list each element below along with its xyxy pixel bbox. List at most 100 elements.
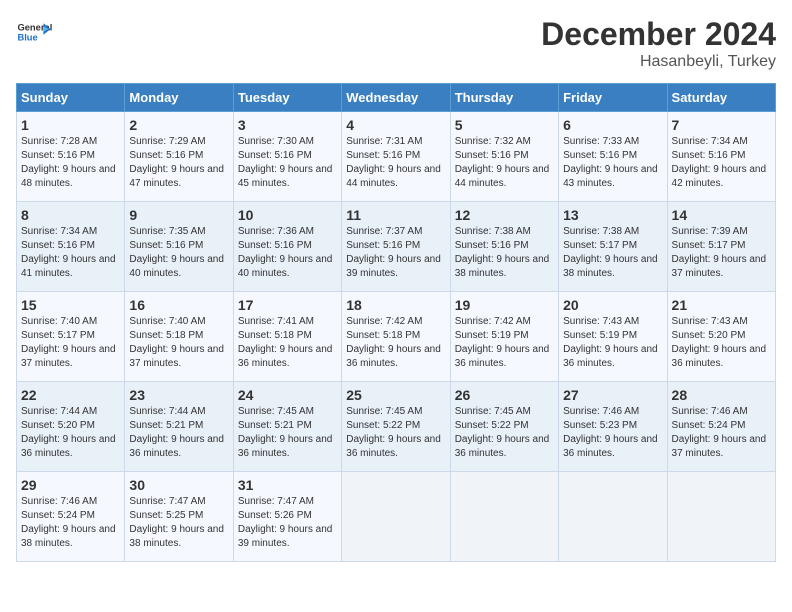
- day-number: 4: [346, 117, 445, 133]
- day-info: Sunrise: 7:33 AMSunset: 5:16 PMDaylight:…: [563, 136, 658, 189]
- calendar-cell: 24 Sunrise: 7:45 AMSunset: 5:21 PMDaylig…: [233, 382, 341, 472]
- header-thursday: Thursday: [450, 84, 558, 112]
- week-row-3: 15 Sunrise: 7:40 AMSunset: 5:17 PMDaylig…: [17, 292, 776, 382]
- header-wednesday: Wednesday: [342, 84, 450, 112]
- day-number: 8: [21, 207, 120, 223]
- day-number: 27: [563, 387, 662, 403]
- logo: General Blue: [16, 16, 52, 52]
- calendar-cell: 18 Sunrise: 7:42 AMSunset: 5:18 PMDaylig…: [342, 292, 450, 382]
- calendar-cell: 12 Sunrise: 7:38 AMSunset: 5:16 PMDaylig…: [450, 202, 558, 292]
- calendar-cell: [450, 472, 558, 562]
- day-number: 16: [129, 297, 228, 313]
- day-info: Sunrise: 7:43 AMSunset: 5:19 PMDaylight:…: [563, 316, 658, 369]
- day-number: 24: [238, 387, 337, 403]
- day-info: Sunrise: 7:34 AMSunset: 5:16 PMDaylight:…: [672, 136, 767, 189]
- day-number: 19: [455, 297, 554, 313]
- calendar-cell: 5 Sunrise: 7:32 AMSunset: 5:16 PMDayligh…: [450, 112, 558, 202]
- calendar-cell: [559, 472, 667, 562]
- day-number: 7: [672, 117, 771, 133]
- day-info: Sunrise: 7:41 AMSunset: 5:18 PMDaylight:…: [238, 316, 333, 369]
- day-number: 23: [129, 387, 228, 403]
- header-sunday: Sunday: [17, 84, 125, 112]
- title-block: December 2024 Hasanbeyli, Turkey: [541, 16, 776, 71]
- day-info: Sunrise: 7:47 AMSunset: 5:25 PMDaylight:…: [129, 496, 224, 549]
- day-info: Sunrise: 7:44 AMSunset: 5:21 PMDaylight:…: [129, 406, 224, 459]
- calendar-cell: 7 Sunrise: 7:34 AMSunset: 5:16 PMDayligh…: [667, 112, 775, 202]
- day-info: Sunrise: 7:31 AMSunset: 5:16 PMDaylight:…: [346, 136, 441, 189]
- calendar-cell: 15 Sunrise: 7:40 AMSunset: 5:17 PMDaylig…: [17, 292, 125, 382]
- month-title: December 2024: [541, 16, 776, 53]
- day-number: 6: [563, 117, 662, 133]
- calendar-cell: [342, 472, 450, 562]
- day-info: Sunrise: 7:36 AMSunset: 5:16 PMDaylight:…: [238, 226, 333, 279]
- calendar-cell: 4 Sunrise: 7:31 AMSunset: 5:16 PMDayligh…: [342, 112, 450, 202]
- day-info: Sunrise: 7:37 AMSunset: 5:16 PMDaylight:…: [346, 226, 441, 279]
- day-info: Sunrise: 7:32 AMSunset: 5:16 PMDaylight:…: [455, 136, 550, 189]
- day-info: Sunrise: 7:45 AMSunset: 5:22 PMDaylight:…: [455, 406, 550, 459]
- day-info: Sunrise: 7:46 AMSunset: 5:24 PMDaylight:…: [672, 406, 767, 459]
- day-info: Sunrise: 7:45 AMSunset: 5:22 PMDaylight:…: [346, 406, 441, 459]
- svg-text:Blue: Blue: [17, 32, 37, 42]
- day-number: 17: [238, 297, 337, 313]
- calendar-cell: 29 Sunrise: 7:46 AMSunset: 5:24 PMDaylig…: [17, 472, 125, 562]
- day-info: Sunrise: 7:42 AMSunset: 5:18 PMDaylight:…: [346, 316, 441, 369]
- calendar-cell: 3 Sunrise: 7:30 AMSunset: 5:16 PMDayligh…: [233, 112, 341, 202]
- day-number: 21: [672, 297, 771, 313]
- week-row-5: 29 Sunrise: 7:46 AMSunset: 5:24 PMDaylig…: [17, 472, 776, 562]
- day-info: Sunrise: 7:42 AMSunset: 5:19 PMDaylight:…: [455, 316, 550, 369]
- day-number: 3: [238, 117, 337, 133]
- calendar-cell: 19 Sunrise: 7:42 AMSunset: 5:19 PMDaylig…: [450, 292, 558, 382]
- header-monday: Monday: [125, 84, 233, 112]
- day-number: 29: [21, 477, 120, 493]
- calendar-cell: 17 Sunrise: 7:41 AMSunset: 5:18 PMDaylig…: [233, 292, 341, 382]
- day-info: Sunrise: 7:40 AMSunset: 5:18 PMDaylight:…: [129, 316, 224, 369]
- day-info: Sunrise: 7:44 AMSunset: 5:20 PMDaylight:…: [21, 406, 116, 459]
- day-number: 13: [563, 207, 662, 223]
- calendar-cell: 10 Sunrise: 7:36 AMSunset: 5:16 PMDaylig…: [233, 202, 341, 292]
- calendar-cell: 2 Sunrise: 7:29 AMSunset: 5:16 PMDayligh…: [125, 112, 233, 202]
- day-number: 30: [129, 477, 228, 493]
- day-number: 31: [238, 477, 337, 493]
- week-row-1: 1 Sunrise: 7:28 AMSunset: 5:16 PMDayligh…: [17, 112, 776, 202]
- day-info: Sunrise: 7:34 AMSunset: 5:16 PMDaylight:…: [21, 226, 116, 279]
- day-number: 20: [563, 297, 662, 313]
- day-number: 12: [455, 207, 554, 223]
- page-header: General Blue December 2024 Hasanbeyli, T…: [16, 16, 776, 71]
- calendar-cell: 22 Sunrise: 7:44 AMSunset: 5:20 PMDaylig…: [17, 382, 125, 472]
- day-info: Sunrise: 7:28 AMSunset: 5:16 PMDaylight:…: [21, 136, 116, 189]
- calendar-header-row: SundayMondayTuesdayWednesdayThursdayFrid…: [17, 84, 776, 112]
- calendar-cell: 26 Sunrise: 7:45 AMSunset: 5:22 PMDaylig…: [450, 382, 558, 472]
- calendar-cell: 27 Sunrise: 7:46 AMSunset: 5:23 PMDaylig…: [559, 382, 667, 472]
- day-info: Sunrise: 7:40 AMSunset: 5:17 PMDaylight:…: [21, 316, 116, 369]
- calendar-cell: 14 Sunrise: 7:39 AMSunset: 5:17 PMDaylig…: [667, 202, 775, 292]
- day-number: 15: [21, 297, 120, 313]
- calendar-cell: 9 Sunrise: 7:35 AMSunset: 5:16 PMDayligh…: [125, 202, 233, 292]
- day-number: 18: [346, 297, 445, 313]
- calendar-cell: 16 Sunrise: 7:40 AMSunset: 5:18 PMDaylig…: [125, 292, 233, 382]
- header-tuesday: Tuesday: [233, 84, 341, 112]
- day-number: 9: [129, 207, 228, 223]
- day-number: 2: [129, 117, 228, 133]
- day-info: Sunrise: 7:46 AMSunset: 5:23 PMDaylight:…: [563, 406, 658, 459]
- day-info: Sunrise: 7:47 AMSunset: 5:26 PMDaylight:…: [238, 496, 333, 549]
- week-row-4: 22 Sunrise: 7:44 AMSunset: 5:20 PMDaylig…: [17, 382, 776, 472]
- day-number: 14: [672, 207, 771, 223]
- day-number: 28: [672, 387, 771, 403]
- week-row-2: 8 Sunrise: 7:34 AMSunset: 5:16 PMDayligh…: [17, 202, 776, 292]
- day-number: 5: [455, 117, 554, 133]
- day-info: Sunrise: 7:38 AMSunset: 5:17 PMDaylight:…: [563, 226, 658, 279]
- header-saturday: Saturday: [667, 84, 775, 112]
- day-info: Sunrise: 7:35 AMSunset: 5:16 PMDaylight:…: [129, 226, 224, 279]
- calendar-cell: 6 Sunrise: 7:33 AMSunset: 5:16 PMDayligh…: [559, 112, 667, 202]
- calendar-cell: 11 Sunrise: 7:37 AMSunset: 5:16 PMDaylig…: [342, 202, 450, 292]
- day-number: 11: [346, 207, 445, 223]
- day-number: 1: [21, 117, 120, 133]
- header-friday: Friday: [559, 84, 667, 112]
- calendar-table: SundayMondayTuesdayWednesdayThursdayFrid…: [16, 83, 776, 562]
- calendar-cell: [667, 472, 775, 562]
- calendar-cell: 20 Sunrise: 7:43 AMSunset: 5:19 PMDaylig…: [559, 292, 667, 382]
- calendar-cell: 21 Sunrise: 7:43 AMSunset: 5:20 PMDaylig…: [667, 292, 775, 382]
- day-info: Sunrise: 7:30 AMSunset: 5:16 PMDaylight:…: [238, 136, 333, 189]
- calendar-cell: 31 Sunrise: 7:47 AMSunset: 5:26 PMDaylig…: [233, 472, 341, 562]
- calendar-cell: 23 Sunrise: 7:44 AMSunset: 5:21 PMDaylig…: [125, 382, 233, 472]
